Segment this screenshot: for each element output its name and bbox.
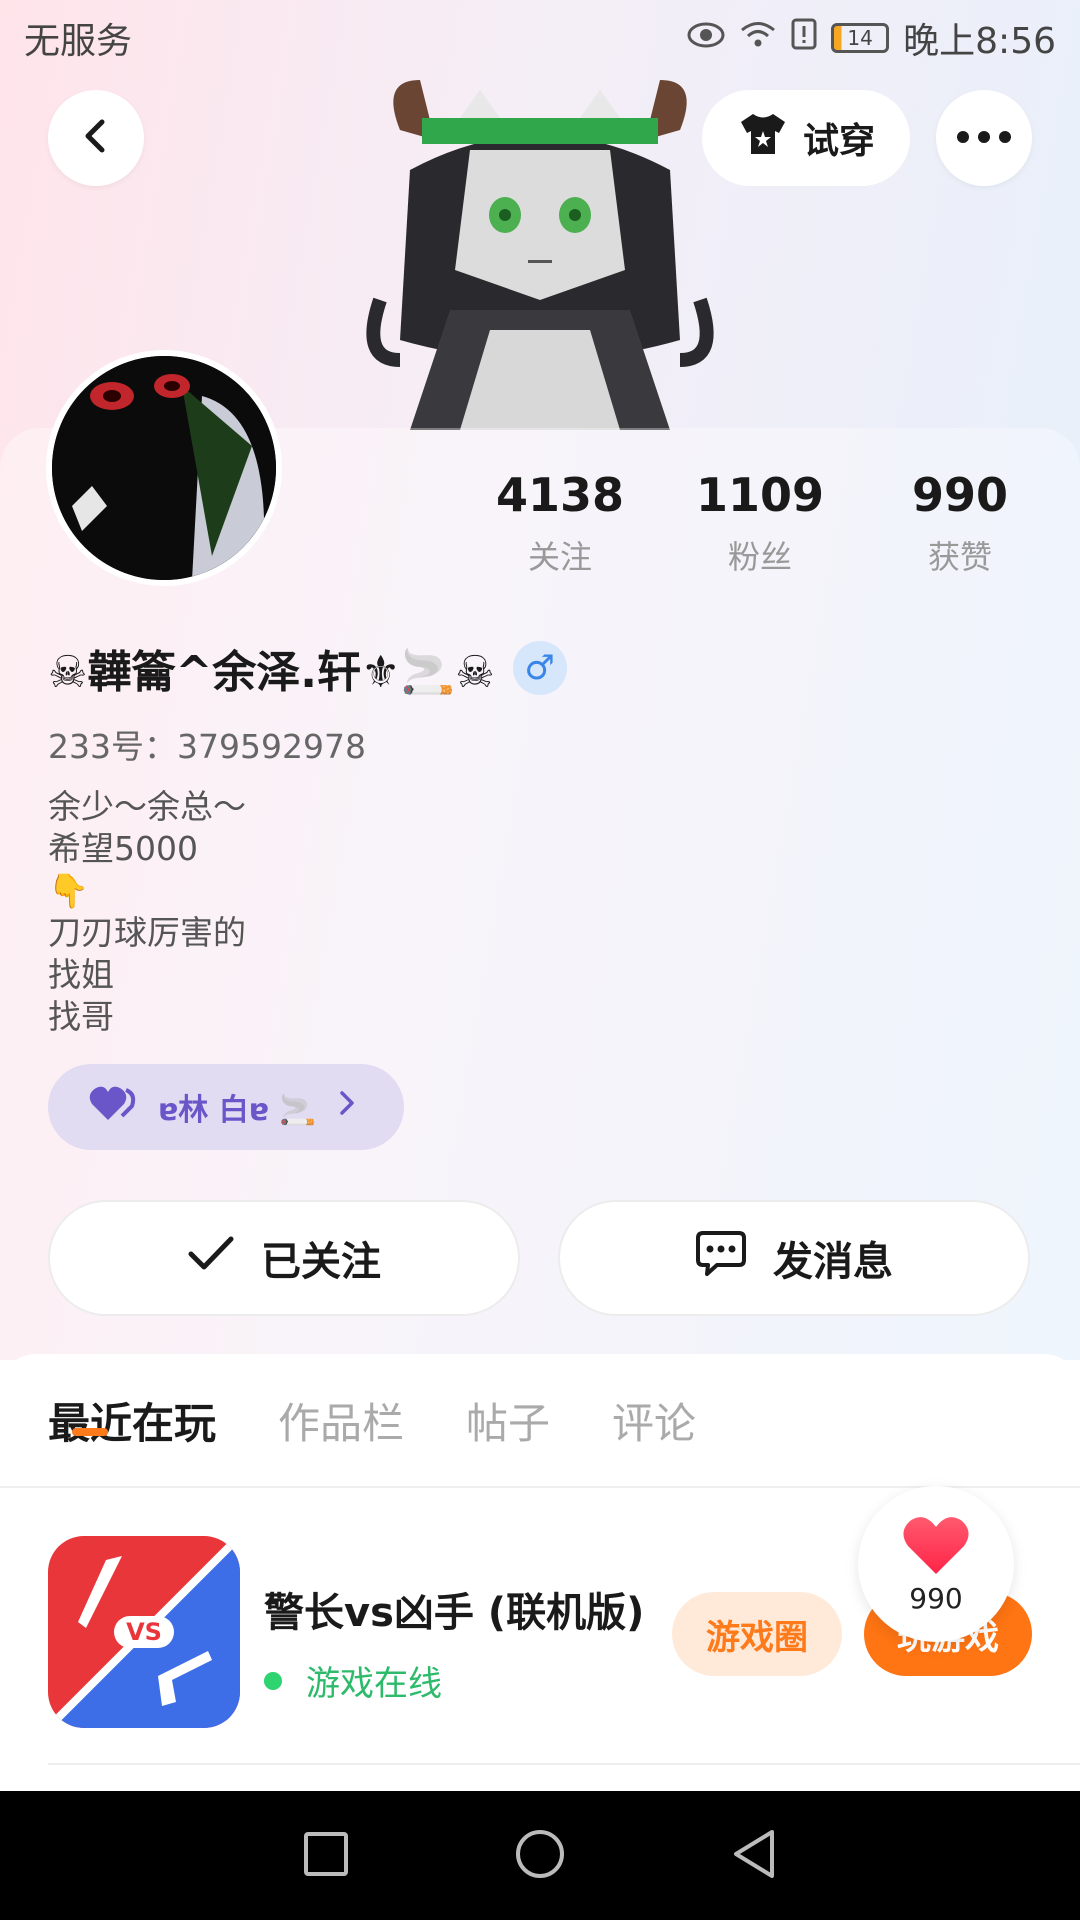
following-button-label: 已关注 [261,1239,381,1285]
bio-line: 找哥 [48,997,114,1036]
tab-works[interactable]: 作品栏 [278,1390,404,1451]
back-button[interactable] [48,90,144,186]
home-icon[interactable] [514,1828,566,1884]
tab-posts[interactable]: 帖子 [466,1390,550,1451]
divider [48,1763,1080,1765]
more-dots-icon [956,129,1012,148]
shirt-icon [737,111,789,166]
male-gender-icon: ♂ [512,641,567,695]
game-icon[interactable]: VS [48,1536,240,1728]
stat-following[interactable]: 4138 关注 [470,468,650,578]
cp-relationship-pill[interactable]: ɐ林 白ɐ 🚬 [48,1064,404,1150]
carrier-text: 无服务 [24,21,133,62]
back-nav-icon[interactable] [730,1828,778,1884]
like-count: 990 [909,1581,963,1615]
floating-like-button[interactable]: 990 [858,1486,1014,1642]
clock-text: 晚上8:56 [903,21,1056,62]
chevron-right-icon [337,1089,357,1125]
username-row: ☠韡籥^余泽.轩⚜🚬☠ ♂ [48,636,567,700]
game-status-text: 游戏在线 [306,1664,442,1704]
online-dot-icon [264,1671,282,1690]
try-on-label: 试穿 [802,121,875,162]
game-circle-button[interactable]: 游戏圈 [672,1592,842,1676]
sim-alert-icon [791,18,817,59]
username: ☠韡籥^余泽.轩⚜🚬☠ [48,647,495,698]
profile-stats: 4138 关注 1109 粉丝 990 获赞 [470,468,1050,578]
user-id[interactable]: 233号：379592978 [48,720,366,768]
tab-comments[interactable]: 评论 [612,1390,696,1451]
followers-count: 1109 [695,468,825,522]
double-heart-icon [88,1084,138,1130]
bio-line: 找姐 [48,955,114,994]
heart-icon [902,1514,970,1580]
following-button[interactable]: 已关注 [48,1200,520,1316]
active-tab-indicator [72,1428,108,1436]
send-message-label: 发消息 [773,1239,893,1285]
tab-bar: 最近在玩 作品栏 帖子 评论 [48,1390,696,1451]
bio-line: 👇 [48,871,90,910]
bio-line: 刀刃球厉害的 [48,913,246,952]
game-icon-vs-text: VS [126,1618,162,1646]
battery-icon: 14 [831,23,890,53]
avatar-character-figure [340,60,740,430]
likes-label: 获赞 [927,538,992,576]
chat-bubble-icon [695,1229,747,1287]
stat-likes[interactable]: 990 获赞 [870,468,1050,578]
try-on-button[interactable]: 试穿 [702,90,910,186]
send-message-button[interactable]: 发消息 [558,1200,1030,1316]
likes-count: 990 [911,468,1009,522]
checkmark-icon [187,1234,235,1282]
game-name: 警长vs凶手 (联机版) [264,1590,645,1636]
bio-line: 希望5000 [48,829,198,868]
followers-label: 粉丝 [727,538,792,576]
wifi-icon [739,18,777,58]
eye-icon [687,18,725,58]
following-count: 4138 [495,468,625,522]
game-online-status: 游戏在线 [264,1656,442,1705]
avatar[interactable] [46,350,282,586]
tab-recently-played[interactable]: 最近在玩 [48,1390,216,1451]
system-navigation-bar [0,1791,1080,1920]
following-label: 关注 [527,538,592,576]
bio: 余少～余总～ 希望5000 👇 刀刃球厉害的 找姐 找哥 [48,786,246,1038]
chevron-left-icon [76,116,116,160]
bio-line: 余少～余总～ [48,787,246,826]
recent-apps-icon[interactable] [302,1830,350,1882]
stat-followers[interactable]: 1109 粉丝 [670,468,850,578]
more-button[interactable] [936,90,1032,186]
cp-label: ɐ林 白ɐ 🚬 [158,1093,317,1128]
